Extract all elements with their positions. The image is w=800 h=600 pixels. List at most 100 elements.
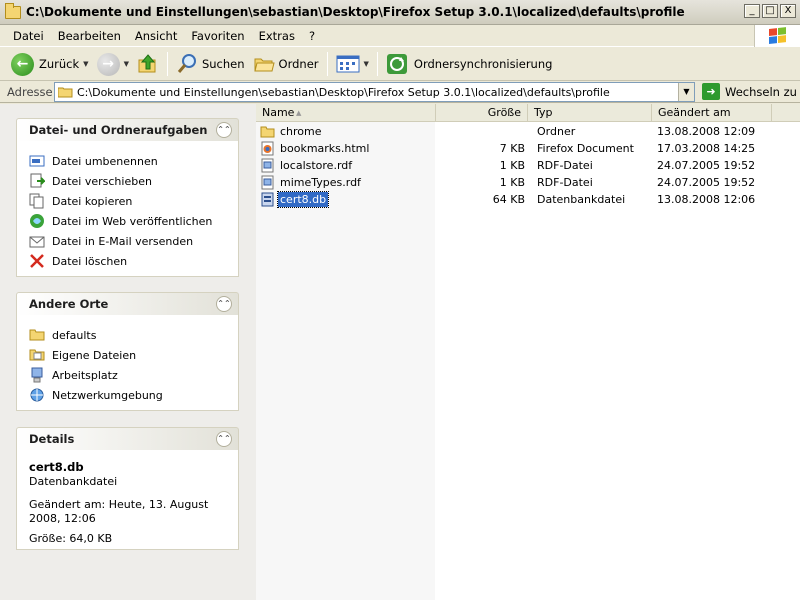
- go-button[interactable]: ➜ Wechseln zu: [702, 83, 797, 100]
- column-header-filler: [772, 104, 800, 122]
- task-label: Datei umbenennen: [52, 154, 158, 168]
- toolbar-separator: [326, 52, 328, 76]
- column-header-date[interactable]: Geändert am: [652, 104, 772, 122]
- menu-help[interactable]: ?: [302, 29, 322, 43]
- task-label: Datei im Web veröffentlichen: [52, 214, 213, 228]
- file-row-mimetypes[interactable]: mimeTypes.rdf 1 KB RDF-Datei 24.07.2005 …: [256, 174, 800, 191]
- close-button[interactable]: X: [780, 4, 796, 18]
- window-title: C:\Dokumente und Einstellungen\sebastian…: [26, 5, 685, 19]
- search-button[interactable]: Suchen: [172, 50, 249, 78]
- back-arrow-icon: ←: [11, 52, 34, 76]
- file-size: 1 KB: [499, 176, 525, 189]
- column-header-type[interactable]: Typ: [528, 104, 652, 122]
- place-my-documents[interactable]: Eigene Dateien: [29, 345, 226, 365]
- details-panel-header[interactable]: Details ⌃⌃: [16, 427, 239, 450]
- file-date: 13.08.2008 12:09: [657, 125, 756, 138]
- folders-label: Ordner: [278, 57, 319, 71]
- email-icon: [29, 236, 45, 248]
- collapse-icon[interactable]: ⌃⌃: [216, 122, 232, 138]
- task-delete[interactable]: Datei löschen: [29, 251, 226, 271]
- task-move[interactable]: Datei verschieben: [29, 171, 226, 191]
- sync-icon: [386, 54, 407, 74]
- details-panel: Details ⌃⌃ cert8.db Datenbankdatei Geänd…: [16, 427, 239, 550]
- back-button[interactable]: ← Zurück ▼: [7, 50, 93, 78]
- file-row-chrome[interactable]: chrome Ordner 13.08.2008 12:09: [256, 123, 800, 140]
- file-row-cert8[interactable]: cert8.db 64 KB Datenbankdatei 13.08.2008…: [256, 191, 800, 208]
- title-bar[interactable]: C:\Dokumente und Einstellungen\sebastian…: [0, 0, 800, 25]
- maximize-button[interactable]: □: [762, 4, 778, 18]
- places-panel-body: defaults Eigene Dateien Arbeitsplatz Net…: [16, 315, 239, 411]
- sync-button[interactable]: Ordnersynchronisierung: [382, 50, 557, 78]
- forward-button[interactable]: → ▼: [93, 50, 133, 78]
- place-my-computer[interactable]: Arbeitsplatz: [29, 365, 226, 385]
- detail-file-type: Datenbankdatei: [29, 475, 118, 488]
- detail-size: Größe: 64,0 KB: [29, 532, 113, 545]
- task-label: Datei in E-Mail versenden: [52, 234, 194, 248]
- place-label: Netzwerkumgebung: [52, 388, 163, 402]
- menu-favoriten[interactable]: Favoriten: [184, 29, 251, 43]
- task-publish[interactable]: Datei im Web veröffentlichen: [29, 211, 226, 231]
- chevron-down-icon[interactable]: ▼: [124, 60, 129, 68]
- tasks-panel-body: Datei umbenennen Datei verschieben Datei…: [16, 141, 239, 277]
- address-value[interactable]: C:\Dokumente und Einstellungen\sebastian…: [77, 86, 610, 99]
- toolbar-separator: [166, 52, 168, 76]
- file-row-bookmarks[interactable]: bookmarks.html 7 KB Firefox Document 17.…: [256, 140, 800, 157]
- address-bar: Adresse C:\Dokumente und Einstellungen\s…: [0, 81, 800, 103]
- file-list[interactable]: Name ▲ Größe Typ Geändert am chrome Ordn…: [256, 104, 800, 600]
- sync-label: Ordnersynchronisierung: [413, 57, 553, 71]
- move-icon: [30, 173, 45, 188]
- menu-extras[interactable]: Extras: [252, 29, 302, 43]
- place-label: Eigene Dateien: [52, 348, 137, 362]
- rdf-file-icon: [261, 158, 274, 173]
- forward-arrow-icon: →: [96, 52, 120, 76]
- place-defaults[interactable]: defaults: [29, 325, 226, 345]
- minimize-button[interactable]: _: [744, 4, 760, 18]
- tasks-panel-header[interactable]: Datei- und Ordneraufgaben ⌃⌃: [16, 118, 239, 141]
- folder-up-icon: [138, 54, 156, 73]
- collapse-icon[interactable]: ⌃⌃: [216, 296, 232, 312]
- up-button[interactable]: [133, 50, 163, 78]
- menu-ansicht[interactable]: Ansicht: [128, 29, 184, 43]
- detail-file-name: cert8.db: [29, 460, 84, 474]
- go-label: Wechseln zu: [725, 84, 797, 99]
- windows-flag-icon: [768, 27, 787, 45]
- chevron-down-icon[interactable]: ▼: [364, 60, 369, 68]
- task-copy[interactable]: Datei kopieren: [29, 191, 226, 211]
- search-icon: [177, 54, 196, 73]
- chevron-down-icon[interactable]: ▼: [83, 60, 88, 68]
- go-arrow-icon: ➜: [702, 83, 720, 100]
- address-dropdown-button[interactable]: ▼: [678, 83, 694, 101]
- file-size: 1 KB: [499, 159, 525, 172]
- publish-icon: [30, 214, 44, 228]
- menu-bearbeiten[interactable]: Bearbeiten: [51, 29, 128, 43]
- file-row-localstore[interactable]: localstore.rdf 1 KB RDF-Datei 24.07.2005…: [256, 157, 800, 174]
- network-icon: [30, 388, 44, 402]
- task-pane: Datei- und Ordneraufgaben ⌃⌃ Datei umben…: [0, 104, 256, 600]
- views-button[interactable]: ▼: [332, 50, 373, 78]
- details-panel-title: Details: [29, 432, 75, 446]
- column-header-name[interactable]: Name ▲: [256, 104, 436, 122]
- database-file-icon: [261, 192, 274, 207]
- task-rename[interactable]: Datei umbenennen: [29, 151, 226, 171]
- places-panel-header[interactable]: Andere Orte ⌃⌃: [16, 292, 239, 315]
- column-header-size[interactable]: Größe: [436, 104, 528, 122]
- places-panel-title: Andere Orte: [29, 297, 109, 311]
- back-label: Zurück: [39, 57, 80, 71]
- folders-button[interactable]: Ordner: [249, 50, 323, 78]
- menu-datei[interactable]: Datei: [6, 29, 51, 43]
- folder-icon: [29, 329, 45, 341]
- toolbar-separator: [376, 52, 378, 76]
- collapse-icon[interactable]: ⌃⌃: [216, 431, 232, 447]
- details-panel-body: cert8.db Datenbankdatei Geändert am: Heu…: [16, 450, 239, 550]
- detail-modified: Geändert am: Heute, 13. August 2008, 12:…: [29, 498, 209, 525]
- task-email[interactable]: Datei in E-Mail versenden: [29, 231, 226, 251]
- column-size-label: Größe: [487, 106, 521, 119]
- file-type: RDF-Datei: [537, 159, 593, 172]
- my-documents-icon: [29, 349, 45, 361]
- file-date: 24.07.2005 19:52: [657, 159, 756, 172]
- file-size: 64 KB: [492, 193, 525, 206]
- place-network[interactable]: Netzwerkumgebung: [29, 385, 226, 405]
- windows-logo: [754, 25, 800, 47]
- address-input[interactable]: C:\Dokumente und Einstellungen\sebastian…: [54, 82, 695, 102]
- rename-icon: [29, 155, 45, 167]
